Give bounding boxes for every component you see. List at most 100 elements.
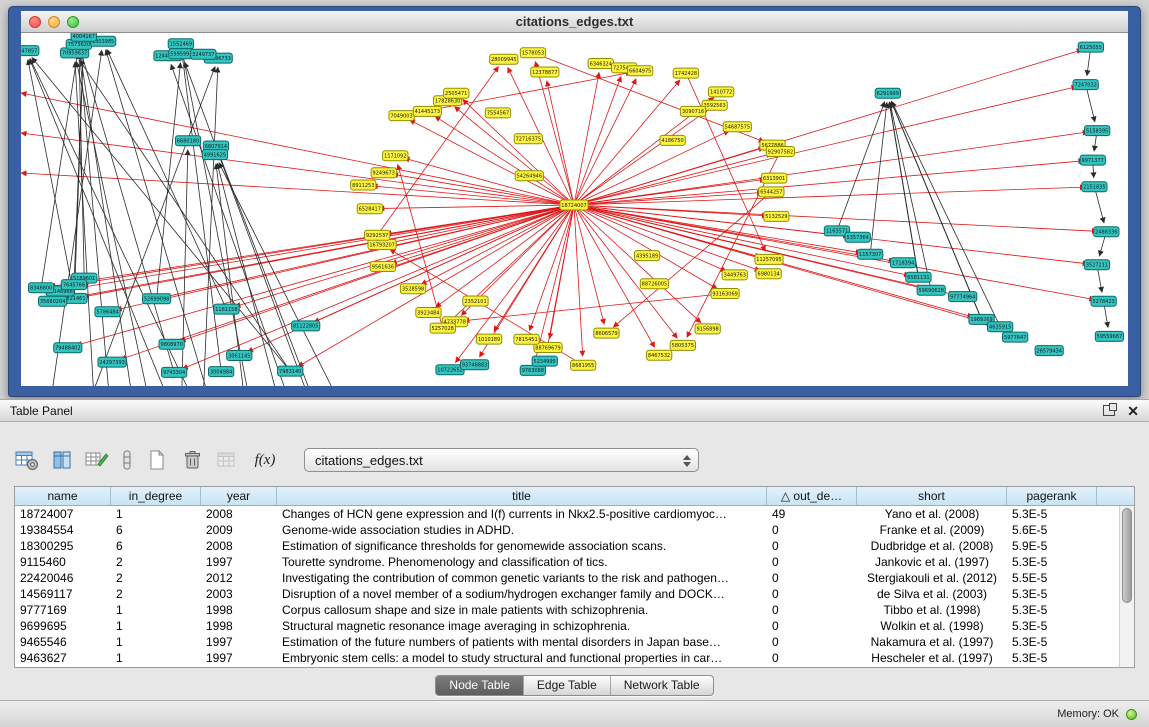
graph-node[interactable]: 1552469 <box>168 39 193 49</box>
graph-node[interactable]: 2488336 <box>1094 227 1119 237</box>
graph-node[interactable]: 35680204 <box>39 296 67 306</box>
graph-node[interactable]: 7983140 <box>278 366 303 376</box>
column-header-title[interactable]: title <box>277 487 767 506</box>
graph-node[interactable]: 7645766 <box>61 280 86 290</box>
graph-node[interactable]: 3090716 <box>680 106 705 116</box>
graph-node[interactable]: 28009945 <box>490 54 518 64</box>
graph-node[interactable]: 6544257 <box>759 187 784 197</box>
graph-node[interactable]: 6581131 <box>906 272 931 282</box>
import-table-button[interactable] <box>214 447 240 473</box>
graph-node[interactable]: 5257028 <box>430 323 455 333</box>
graph-node[interactable]: 1742428 <box>673 68 698 78</box>
tab-edge-table[interactable]: Edge Table <box>523 676 610 695</box>
graph-node[interactable]: 8911253 <box>351 180 376 190</box>
network-select[interactable]: citations_edges.txt <box>304 448 699 472</box>
close-panel-icon[interactable]: ✕ <box>1127 404 1139 418</box>
graph-node[interactable]: 11257095 <box>755 254 783 264</box>
graph-node[interactable]: 1171092 <box>383 151 408 161</box>
graph-node[interactable]: 72716375 <box>514 134 542 144</box>
table-row[interactable]: 977716911998Corpus callosum shape and si… <box>15 602 1119 618</box>
graph-node[interactable]: 7049003 <box>389 111 414 121</box>
edit-columns-button[interactable] <box>84 447 110 473</box>
graph-node[interactable]: 79488402 <box>54 343 82 353</box>
graph-node[interactable]: 5357364 <box>845 232 870 242</box>
graph-node[interactable]: 5158395 <box>1085 126 1110 136</box>
table-row[interactable]: 2242004622012Investigating the contribut… <box>15 570 1119 586</box>
column-header-pagerank[interactable]: pagerank <box>1007 487 1097 506</box>
graph-node[interactable]: 4395189 <box>634 251 659 261</box>
graph-node[interactable]: 2505471 <box>444 88 469 98</box>
column-header-name[interactable]: name <box>15 487 111 506</box>
graph-node[interactable]: 6346324 <box>588 59 613 69</box>
table-row[interactable]: 911546021997Tourette syndrome. Phenomeno… <box>15 554 1119 570</box>
graph-node[interactable]: 93163069 <box>711 289 739 299</box>
close-window-button[interactable] <box>29 16 41 28</box>
graph-node[interactable]: 12378877 <box>531 67 559 77</box>
graph-node[interactable]: 6980134 <box>756 269 781 279</box>
table-row[interactable]: 969969511998Structural magnetic resonanc… <box>15 618 1119 634</box>
graph-node[interactable]: 9971377 <box>1080 155 1105 165</box>
graph-node[interactable]: 3061145 <box>227 351 252 361</box>
graph-node[interactable]: 88726005 <box>640 279 668 289</box>
graph-node[interactable]: 9292537 <box>365 230 390 240</box>
delete-column-button[interactable] <box>179 447 205 473</box>
graph-node[interactable]: 4004167 <box>71 33 96 41</box>
graph-node[interactable]: 6291999 <box>875 88 900 98</box>
graph-node[interactable]: 52699098 <box>143 294 171 304</box>
table-panel-header[interactable]: Table Panel ✕ <box>0 400 1149 422</box>
new-column-button[interactable] <box>144 447 170 473</box>
graph-node[interactable]: 5278423 <box>1091 296 1116 306</box>
graph-node[interactable]: 8606579 <box>594 328 619 338</box>
graph-node[interactable]: 3249737 <box>191 49 216 59</box>
graph-node[interactable]: 6313901 <box>762 173 787 183</box>
show-columns-button[interactable] <box>49 447 75 473</box>
graph-node[interactable]: 54264946 <box>515 171 543 181</box>
graph-node[interactable]: 7815451 <box>514 334 539 344</box>
table-options-button[interactable] <box>14 447 40 473</box>
window-titlebar[interactable]: citations_edges.txt <box>21 11 1128 33</box>
graph-node[interactable]: 9561636 <box>370 262 395 272</box>
graph-node[interactable]: 24297393 <box>98 357 126 367</box>
graph-node[interactable]: 1181158 <box>214 304 239 314</box>
graph-node[interactable]: 1157307 <box>858 249 883 259</box>
table-row[interactable]: 946554611997Estimation of the future num… <box>15 634 1119 650</box>
graph-node[interactable]: 5234995 <box>532 356 557 366</box>
graph-node[interactable]: 5786484 <box>95 307 120 317</box>
graph-node[interactable]: 3047857 <box>21 46 39 56</box>
graph-node[interactable]: 6604975 <box>628 66 653 76</box>
graph-node[interactable]: 92907582 <box>766 147 794 157</box>
column-header-in_degree[interactable]: in_degree <box>111 487 201 506</box>
column-header-short[interactable]: short <box>857 487 1007 506</box>
table-row[interactable]: 1456911722003Disruption of a novel membe… <box>15 586 1119 602</box>
graph-node[interactable]: 5977647 <box>1003 332 1028 342</box>
graph-node[interactable]: 9808970 <box>159 339 184 349</box>
graph-node[interactable]: 5132529 <box>764 211 789 221</box>
graph-node[interactable]: 54687575 <box>723 122 751 132</box>
graph-node[interactable]: 59559687 <box>1095 331 1123 341</box>
graph-node[interactable]: 81122805 <box>292 321 320 331</box>
graph-node[interactable]: 8467532 <box>647 350 672 360</box>
merge-tables-button[interactable] <box>119 447 135 473</box>
graph-node[interactable]: 97774964 <box>949 292 977 302</box>
graph-node[interactable]: 5805375 <box>670 340 695 350</box>
graph-node[interactable]: 2352101 <box>463 296 488 306</box>
graph-node[interactable]: 9763088 <box>520 365 545 375</box>
table-row[interactable]: 1872400712008Changes of HCN gene express… <box>15 506 1119 522</box>
graph-node[interactable]: 4991625 <box>202 150 227 160</box>
graph-node[interactable]: 6125055 <box>1078 42 1103 52</box>
graph-node[interactable]: 28579434 <box>1035 346 1063 356</box>
graph-node[interactable]: 3004984 <box>209 367 234 377</box>
graph-node[interactable]: 16793207 <box>368 240 396 250</box>
network-view-window[interactable]: citations_edges.txt 18724007654425751325… <box>8 6 1141 397</box>
graph-node[interactable]: 10722652 <box>436 365 464 375</box>
graph-node[interactable]: 3528598 <box>400 284 425 294</box>
network-graph[interactable]: 1872400765442575132529112570956980134344… <box>21 33 1128 386</box>
table-row[interactable]: 946362711997Embryonic stem cells: a mode… <box>15 650 1119 666</box>
graph-node[interactable]: 4635915 <box>988 322 1013 332</box>
graph-node[interactable]: 9156898 <box>695 324 720 334</box>
network-canvas[interactable]: 1872400765442575132529112570956980134344… <box>21 33 1128 386</box>
graph-node[interactable]: 6680180 <box>175 136 200 146</box>
graph-node[interactable]: 8346800 <box>29 283 54 293</box>
graph-node[interactable]: 3527211 <box>1084 260 1109 270</box>
graph-node[interactable]: 1410772 <box>709 87 734 97</box>
